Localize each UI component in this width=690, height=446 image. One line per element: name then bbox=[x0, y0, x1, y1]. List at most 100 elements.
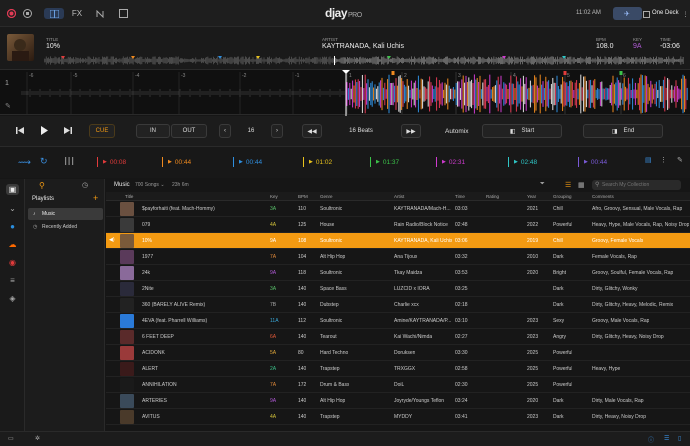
stop-icon[interactable] bbox=[22, 8, 33, 19]
cue-menu-icon[interactable]: ⋮ bbox=[660, 156, 667, 164]
table-row[interactable]: 4EVA (feat. Pharrell Williams) 11A 112 Soul… bbox=[106, 313, 690, 329]
menu-icon[interactable]: ⋮ bbox=[680, 9, 690, 20]
layers-icon[interactable]: ◈ bbox=[6, 293, 19, 304]
beatport-icon[interactable]: ◉ bbox=[6, 257, 19, 268]
table-row[interactable]: AVITUS 4A 140 Trapstep MYDDY 03:41 2023 Dark Dir… bbox=[106, 409, 690, 425]
cell-bpm: 110 bbox=[298, 206, 306, 212]
table-row[interactable]: ◀) 10% 9A 108 Soultronic KAYTRANADA, Kali Uch… bbox=[106, 233, 690, 249]
collapse-icon[interactable]: ⌄ bbox=[6, 203, 19, 214]
beat-jump-back-button[interactable]: ◀◀ bbox=[302, 124, 322, 138]
col-bpm[interactable]: BPM bbox=[298, 194, 308, 199]
table-row[interactable]: ARTERIES 9A 140 Alt Hip Hop Joyryde/Youngs T… bbox=[106, 393, 690, 409]
automix-label[interactable]: Automix bbox=[445, 128, 468, 135]
table-row[interactable]: ANNIHILATION 7A 172 Drum & Bass DoiL 02:30 202… bbox=[106, 377, 690, 393]
automix-end-button[interactable]: ◨ End bbox=[583, 124, 663, 138]
filter-tab-icon[interactable]: ⚲ bbox=[39, 181, 45, 190]
fx-button[interactable]: FX bbox=[70, 8, 84, 19]
key-value[interactable]: 9A bbox=[633, 43, 642, 50]
layout-icon[interactable]: ▭ bbox=[8, 435, 14, 442]
deck-mode-selector[interactable]: One Deck bbox=[652, 10, 679, 16]
deck-view-icon[interactable] bbox=[44, 8, 64, 19]
neural-mix-icon[interactable] bbox=[94, 8, 105, 19]
table-row[interactable]: 079 4A 125 House Rain Radio/Block Notice 02:4… bbox=[106, 217, 690, 233]
record-icon[interactable] bbox=[6, 8, 17, 19]
loop-out-button[interactable]: OUT bbox=[171, 124, 207, 138]
table-row[interactable]: 2Nite 3A 140 Space Bass LUZCID x IORA 03:25 Da… bbox=[106, 281, 690, 297]
loop-decrease-button[interactable]: ‹ bbox=[219, 124, 231, 138]
hot-cue-1[interactable]: ▶ 00:08 bbox=[97, 157, 126, 167]
cue-time: 02:48 bbox=[520, 158, 538, 166]
col-genre[interactable]: Genre bbox=[320, 194, 333, 199]
history-tab-icon[interactable]: ◷ bbox=[82, 181, 88, 189]
loop-length-value: 16 bbox=[247, 128, 255, 134]
tempo-fader-icon[interactable] bbox=[64, 156, 74, 168]
cell-key: 7A bbox=[270, 254, 277, 260]
queue-icon[interactable]: ☰ bbox=[664, 435, 669, 442]
pencil-icon[interactable]: ✎ bbox=[5, 102, 11, 110]
song-count[interactable]: 700 Songs ⌄ bbox=[135, 182, 165, 188]
table-row[interactable]: 1977 7A 104 Alt Hip Hop Ana Tijoux 03:32 2010 D… bbox=[106, 249, 690, 265]
hot-cue-2[interactable]: ▶ 00:44 bbox=[162, 157, 191, 167]
cue-marker[interactable] bbox=[563, 71, 567, 75]
cue-marker[interactable] bbox=[619, 71, 623, 75]
search-field[interactable]: ⚲ bbox=[592, 180, 681, 190]
filter-icon[interactable]: ⏷ bbox=[540, 181, 545, 188]
hot-cue-4[interactable]: ▶ 01:02 bbox=[303, 157, 332, 167]
deck-layout-button[interactable]: ✈ bbox=[613, 7, 642, 20]
skip-back-icon[interactable] bbox=[16, 126, 25, 137]
soundcloud-icon[interactable]: ☁ bbox=[6, 239, 19, 250]
beat-jump-forward-button[interactable]: ▶▶ bbox=[401, 124, 421, 138]
add-playlist-icon[interactable]: + bbox=[93, 193, 98, 203]
table-row[interactable]: ACIDONK 5A 80 Hard Techno Doruksen 03:30 2025 P… bbox=[106, 345, 690, 361]
playlist-item-music[interactable]: ♪ Music bbox=[28, 208, 103, 220]
info-icon[interactable]: ⓘ bbox=[648, 435, 654, 444]
automix-start-button[interactable]: ◧ Start bbox=[482, 124, 562, 138]
hot-cue-8[interactable]: ▶ 00:44 bbox=[578, 157, 607, 167]
search-input[interactable] bbox=[602, 181, 678, 189]
bpm-value[interactable]: 108.0 bbox=[596, 43, 614, 50]
col-time[interactable]: Time bbox=[455, 194, 465, 199]
col-year[interactable]: Year bbox=[527, 194, 536, 199]
table-row[interactable]: ALERT 2A 140 Trapstep TRXGGX 02:58 2025 Powerfu… bbox=[106, 361, 690, 377]
col-rating[interactable]: Rating bbox=[486, 194, 499, 199]
sync-icon[interactable]: ⟿ bbox=[18, 157, 31, 168]
loop-in-button[interactable]: IN bbox=[136, 124, 170, 138]
table-row[interactable]: $payforhaiti (feat. Mach-Hommy) 3A 110 Soul… bbox=[106, 201, 690, 217]
col-title[interactable]: Title bbox=[125, 194, 133, 199]
loop-icon[interactable]: ↻ bbox=[40, 156, 48, 167]
cue-time: 02:31 bbox=[448, 158, 466, 166]
col-artist[interactable]: Artist bbox=[394, 194, 404, 199]
playlist-item-recently-added[interactable]: ◷ Recently Added bbox=[28, 221, 103, 233]
play-icon[interactable] bbox=[40, 126, 49, 137]
library-icon[interactable]: ▣ bbox=[6, 184, 19, 195]
hot-cue-5[interactable]: ▶ 01:37 bbox=[370, 157, 399, 167]
col-comments[interactable]: Comments bbox=[592, 194, 614, 199]
skip-forward-icon[interactable] bbox=[63, 126, 72, 137]
hot-cue-7[interactable]: ▶ 02:48 bbox=[508, 157, 537, 167]
cue-button[interactable]: CUE bbox=[89, 124, 115, 138]
table-row[interactable]: 6 FEET DEEP 6A 140 Tearout Kai Wachi/Nimda 02… bbox=[106, 329, 690, 345]
sidebar-toggle-icon[interactable]: ▯ bbox=[678, 435, 681, 442]
list-view-icon[interactable]: ☰ bbox=[565, 181, 571, 189]
play-cue-icon: ▶ bbox=[103, 159, 107, 165]
cell-key: 5A bbox=[270, 350, 277, 356]
music-app-icon[interactable]: ● bbox=[6, 221, 19, 232]
files-icon[interactable]: ≡ bbox=[6, 275, 19, 286]
waveform-area[interactable]: -6 -5 -4 -3 -2 -1 1 2 3 4 5 6 bbox=[0, 69, 690, 116]
table-row[interactable]: 360 (BARELY ALIVE Remix) 7B 140 Dubstep Char… bbox=[106, 297, 690, 313]
track-overview-waveform[interactable] bbox=[44, 56, 684, 65]
grid-icon[interactable] bbox=[118, 8, 129, 19]
hot-cue-6[interactable]: ▶ 02:31 bbox=[436, 157, 465, 167]
cue-settings-icon[interactable]: ▤ bbox=[645, 156, 652, 164]
grid-view-icon[interactable]: ▦ bbox=[578, 181, 585, 189]
hot-cue-3[interactable]: ▶ 00:44 bbox=[233, 157, 262, 167]
edit-cues-icon[interactable]: ✎ bbox=[677, 156, 683, 164]
col-grouping[interactable]: Grouping bbox=[553, 194, 572, 199]
cue-marker[interactable] bbox=[391, 71, 395, 75]
cell-bpm: 140 bbox=[298, 334, 307, 340]
table-row[interactable]: 24k 9A 118 Soultronic Tkay Maidza 03:53 2020 Br… bbox=[106, 265, 690, 281]
settings-icon[interactable]: ✲ bbox=[35, 435, 40, 442]
cue-time: 01:02 bbox=[315, 158, 333, 166]
col-key[interactable]: Key bbox=[270, 194, 278, 199]
loop-increase-button[interactable]: › bbox=[271, 124, 283, 138]
